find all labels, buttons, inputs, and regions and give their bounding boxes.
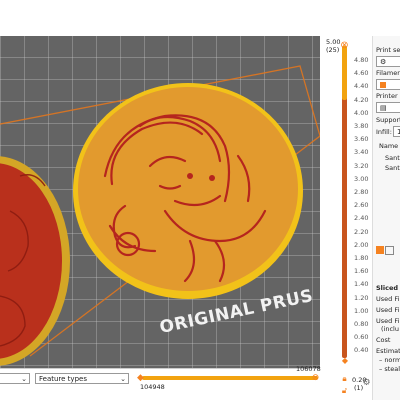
infill-select[interactable]: 15	[393, 126, 400, 137]
chevron-down-icon: ⌄	[120, 375, 126, 383]
layer-tick-label: 1.00	[354, 306, 369, 315]
stealth-mode-label: – stealt	[379, 365, 400, 373]
filament-color-swatch	[380, 82, 386, 88]
top-toolbar	[0, 0, 400, 37]
filament-select[interactable]	[376, 79, 400, 90]
layer-tick-label: 1.40	[354, 280, 369, 289]
printer-select[interactable]: ▤	[376, 102, 400, 113]
layer-tick-label: 0.80	[354, 320, 369, 328]
feature-types-value: Feature types	[39, 375, 87, 383]
used-filament-2: Used Fila	[376, 306, 400, 314]
including-label: (inclu	[381, 325, 399, 333]
bottom-bar: ⌄ Feature types ⌄ 106078 ◆ ⊗ 104948	[0, 365, 321, 401]
estimated-time-label: Estimate	[376, 347, 400, 355]
sliced-info-color-swatch	[376, 246, 384, 254]
layer-tick-label: 4.00	[354, 108, 369, 117]
layer-tick-label: 4.20	[354, 95, 369, 104]
print-settings-select[interactable]: ⚙	[376, 56, 400, 67]
layer-tick-label: 4.80	[354, 56, 369, 64]
layer-top-index: (25)	[326, 46, 340, 54]
layer-tick-label: 3.80	[354, 122, 369, 130]
layer-tick-label: 0.60	[354, 333, 369, 342]
filament-label: Filament	[376, 69, 400, 77]
layer-tick-label: 1.80	[354, 254, 369, 262]
supports-label: Supports:	[376, 116, 400, 124]
layer-tick-label: 2.80	[354, 188, 369, 196]
settings-gear-icon[interactable]: ⚙	[362, 378, 371, 388]
feature-types-select[interactable]: Feature types ⌄	[35, 373, 129, 384]
view-type-select[interactable]: ⌄	[0, 373, 30, 384]
layer-tick-label: 3.60	[354, 135, 369, 144]
layer-tick-label: 3.20	[354, 161, 369, 170]
layer-tick-label: 2.60	[354, 201, 369, 210]
layer-tick-label: 2.40	[354, 214, 369, 223]
chevron-down-icon: ⌄	[21, 375, 27, 383]
horizontal-slider-right-thumb-icon[interactable]: ⊗	[311, 373, 320, 383]
layer-tick-label: 2.00	[354, 240, 369, 249]
printer-icon: ▤	[380, 104, 387, 112]
right-sidebar: Print settin ⚙ Filament Printer : ▤ Supp…	[372, 36, 400, 400]
object-list-item[interactable]: Santa	[385, 164, 400, 172]
normal-mode-label: – norm	[379, 356, 400, 364]
used-filament-3: Used Fila	[376, 317, 400, 325]
top-thumb-icon[interactable]: ⊗	[339, 40, 350, 51]
used-filament-1: Used Fila	[376, 295, 400, 303]
object-list-header: Name	[379, 142, 399, 150]
layer-slider-track[interactable]	[342, 46, 347, 358]
layer-tick-label: 3.00	[354, 174, 369, 183]
bottom-lock-icon[interactable]: 🔓︎	[340, 386, 349, 395]
layer-tick-label: 4.60	[354, 69, 369, 78]
3d-preview-viewport[interactable]: ORIGINAL PRUS	[0, 36, 320, 368]
horizontal-slider-left-thumb-icon[interactable]: ◆	[136, 373, 145, 383]
horizontal-slider-left-value: 104948	[140, 383, 165, 391]
layer-tick-label: 4.40	[354, 82, 369, 91]
layer-slider-panel: 5.00 (25) 0.20 (1) ⊗ 🔒︎ 🔓︎ ◆ ⚙ 4.80 4.60 4…	[320, 36, 372, 400]
infill-label: Infill:	[376, 128, 392, 136]
layer-tick-label: 1.20	[354, 293, 369, 302]
layer-tick-label: 3.40	[354, 148, 369, 157]
object-list-item[interactable]: Santa	[385, 154, 400, 162]
gear-icon: ⚙	[380, 58, 387, 66]
layer-tick-label: 0.40	[354, 346, 369, 355]
printer-label: Printer :	[376, 92, 400, 100]
horizontal-slider-track[interactable]	[142, 376, 318, 380]
top-lock-icon[interactable]: 🔒︎	[340, 374, 349, 383]
reset-icon[interactable]	[385, 246, 394, 255]
layer-tick-label: 2.20	[354, 227, 369, 236]
print-settings-label: Print settin	[376, 46, 400, 54]
sliced-info-title: Sliced Ir	[376, 284, 400, 292]
cost-label: Cost	[376, 336, 391, 344]
layer-tick-label: 1.60	[354, 267, 369, 276]
bottom-thumb-icon[interactable]: ◆	[341, 356, 349, 365]
